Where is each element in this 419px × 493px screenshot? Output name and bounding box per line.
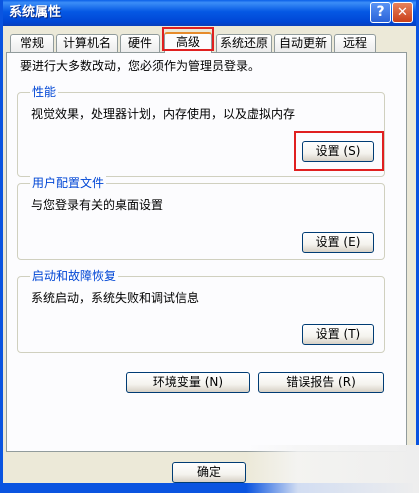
startup-recovery-description: 系统启动，系统失败和调试信息 [31,291,200,305]
tab-hardware[interactable]: 硬件 [120,34,160,52]
tab-remote[interactable]: 远程 [334,34,376,52]
error-reporting-button[interactable]: 错误报告 (R) [258,372,384,393]
startup-recovery-group-label: 启动和故障恢复 [30,269,119,283]
startup-recovery-settings-button[interactable]: 设置 (T) [302,324,374,345]
tab-highlight-box [162,27,214,51]
performance-button-highlight-box [294,131,384,171]
user-profiles-group-label: 用户配置文件 [30,176,107,190]
window-title: 系统属性 [9,5,62,20]
close-button[interactable]: ✕ [392,2,413,23]
admin-notice: 要进行大多数改动，您必须作为管理员登录。 [20,59,261,73]
tab-automatic-updates[interactable]: 自动更新 [274,34,332,52]
tab-general[interactable]: 常规 [10,34,54,52]
faded-corner-overlay [246,445,419,493]
environment-variables-button[interactable]: 环境变量 (N) [126,372,250,393]
user-profiles-settings-button[interactable]: 设置 (E) [302,232,374,253]
ok-button[interactable]: 确定 [172,462,246,483]
tab-computer-name[interactable]: 计算机名 [56,34,118,52]
tab-system-restore[interactable]: 系统还原 [216,34,272,52]
title-bar[interactable]: 系统属性 ? ✕ [3,0,416,26]
help-button[interactable]: ? [370,2,391,23]
performance-group-label: 性能 [30,85,59,99]
performance-description: 视觉效果，处理器计划，内存使用，以及虚拟内存 [31,107,296,121]
user-profiles-description: 与您登录有关的桌面设置 [31,198,164,212]
